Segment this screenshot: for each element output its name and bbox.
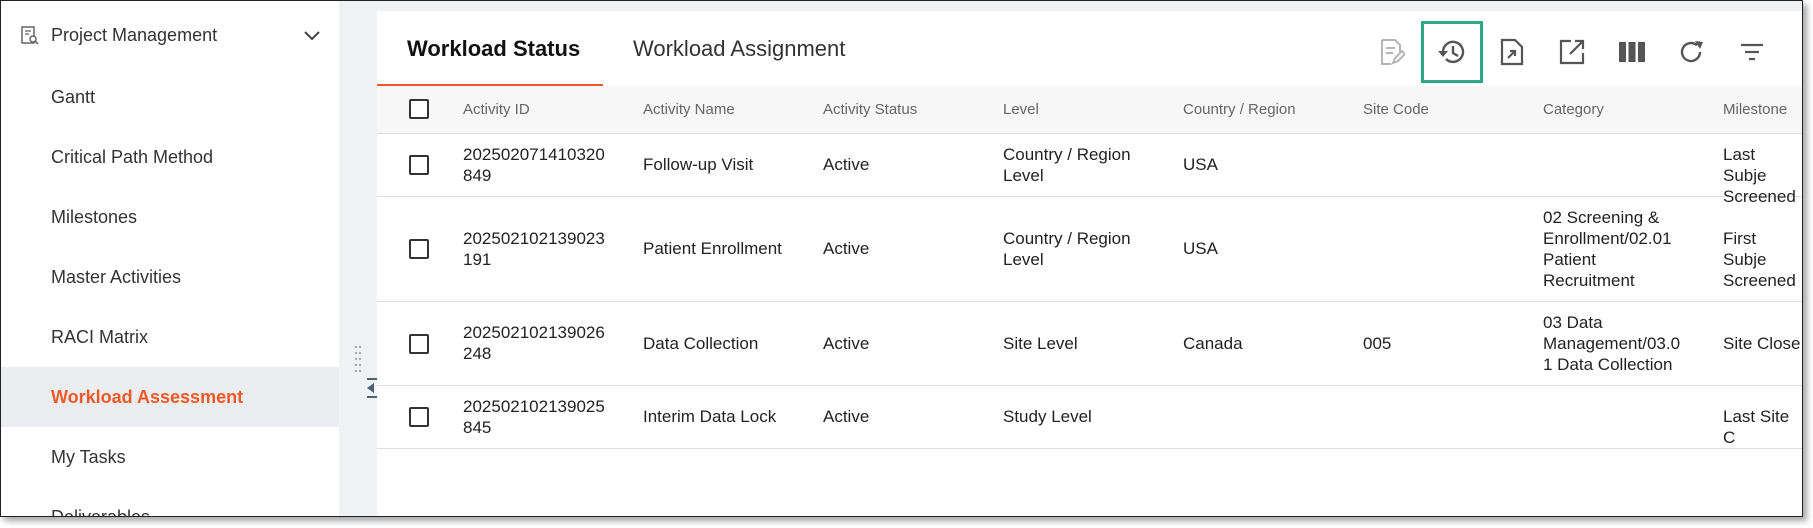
table-row[interactable]: 202502102139025 845 Interim Data Lock Ac… [377,386,1802,449]
chevron-down-icon[interactable] [303,29,321,41]
open-external-icon [1559,39,1585,65]
filter-icon [1740,43,1764,61]
export-icon [1500,38,1524,66]
table-header: Activity ID Activity Name Activity Statu… [377,86,1802,134]
history-button[interactable] [1421,21,1483,83]
table-row[interactable]: 202502102139023 191 Patient Enrollment A… [377,197,1802,302]
cell-level: Country / Region Level [1003,145,1131,185]
select-all-checkbox[interactable] [409,99,429,119]
refresh-button[interactable] [1672,32,1712,72]
cell-country-region: USA [1183,239,1218,258]
sidebar: Project Management Gantt Critical Path M… [1,1,339,516]
column-header-activity-status[interactable]: Activity Status [823,86,917,133]
cell-milestone: Site Close [1723,334,1801,353]
export-button[interactable] [1492,32,1532,72]
cell-milestone: Last Site C [1723,407,1790,447]
refresh-icon [1679,39,1705,65]
sidebar-item-milestones[interactable]: Milestones [1,187,339,247]
columns-icon [1619,41,1645,63]
tab-bar: Workload Status Workload Assignment [377,11,1802,87]
sidebar-item-my-tasks[interactable]: My Tasks [1,427,339,487]
document-search-icon [21,26,39,46]
open-external-button[interactable] [1552,32,1592,72]
columns-button[interactable] [1612,32,1652,72]
main-panel: Workload Status Workload Assignment Acti… [377,11,1802,516]
cell-level: Site Level [1003,334,1078,353]
sidebar-item-raci-matrix[interactable]: RACI Matrix [1,307,339,367]
cell-activity-id: 202502102139023 191 [463,229,605,269]
column-header-country-region[interactable]: Country / Region [1183,86,1296,133]
sidebar-item-workload-assessment[interactable]: Workload Assessment [1,367,339,427]
column-header-activity-id[interactable]: Activity ID [463,86,530,133]
cell-category: 02 Screening & Enrollment/02.01 Patient … [1543,208,1672,290]
cell-country-region: USA [1183,155,1218,174]
cell-activity-id: 202502102139026 248 [463,323,605,363]
cell-level: Study Level [1003,407,1092,426]
row-checkbox[interactable] [409,239,429,259]
sidebar-item-deliverables[interactable]: Deliverables [1,487,339,516]
sidebar-section-title: Project Management [51,25,218,45]
row-checkbox[interactable] [409,407,429,427]
edit-document-button[interactable] [1372,32,1412,72]
cell-activity-status: Active [823,407,870,426]
sidebar-section-project-management[interactable]: Project Management [1,1,339,71]
sidebar-item-gantt[interactable]: Gantt [1,67,339,127]
cell-milestone: First Subje Screened [1723,229,1796,290]
cell-activity-id: 202502102139025 845 [463,397,605,437]
column-header-milestone[interactable]: Milestone [1723,86,1787,133]
cell-country-region: Canada [1183,334,1243,353]
sidebar-item-critical-path-method[interactable]: Critical Path Method [1,127,339,187]
table-row[interactable]: 202502071410320 849 Follow-up Visit Acti… [377,134,1802,206]
cell-activity-name: Data Collection [643,334,759,353]
sidebar-item-master-activities[interactable]: Master Activities [1,247,339,307]
cell-category: 03 Data Management/03.0 1 Data Collectio… [1543,313,1681,374]
filter-button[interactable] [1732,32,1772,72]
row-checkbox[interactable] [409,334,429,354]
tab-workload-status[interactable]: Workload Status [407,11,580,86]
cell-activity-name: Patient Enrollment [643,239,782,258]
column-header-level[interactable]: Level [1003,86,1039,133]
tab-workload-assignment[interactable]: Workload Assignment [633,11,845,86]
app-window: Project Management Gantt Critical Path M… [0,0,1803,517]
cell-activity-name: Interim Data Lock [643,407,777,426]
column-header-activity-name[interactable]: Activity Name [643,86,735,133]
cell-activity-name: Follow-up Visit [643,155,754,174]
column-header-category[interactable]: Category [1543,86,1604,133]
cell-level: Country / Region Level [1003,229,1131,269]
column-header-site-code[interactable]: Site Code [1363,86,1429,133]
table-row[interactable]: 202502102139026 248 Data Collection Acti… [377,302,1802,386]
row-checkbox[interactable] [409,155,429,175]
resize-handle[interactable] [353,343,363,383]
history-icon [1437,38,1467,66]
cell-activity-status: Active [823,155,870,174]
cell-activity-status: Active [823,239,870,258]
cell-site-code: 005 [1363,334,1392,353]
edit-document-icon [1379,38,1405,66]
cell-activity-status: Active [823,334,870,353]
cell-activity-id: 202502071410320 849 [463,145,605,185]
